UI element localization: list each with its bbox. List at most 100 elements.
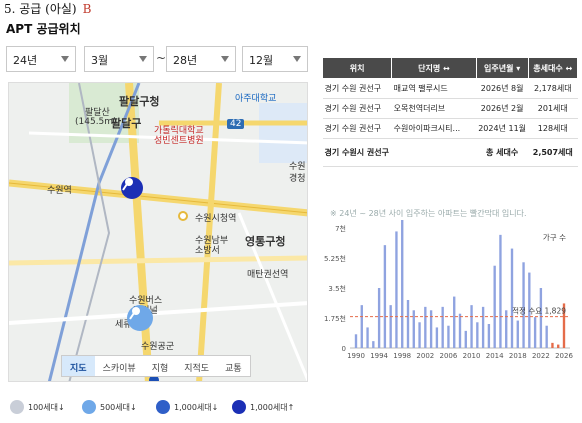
section-header: 5. 공급 (아실) B <box>4 0 91 17</box>
x-tick-label: 2022 <box>532 352 550 360</box>
chart-bar <box>441 306 444 348</box>
tab-map[interactable]: 지도 <box>62 356 95 376</box>
chart-bar <box>412 310 415 348</box>
table-row[interactable]: 경기 수원 권선구 매교역 팰루시드 2026년 8월 2,178세대 <box>322 78 578 99</box>
from-month-value: 3월 <box>91 54 109 67</box>
chart-bar <box>429 310 433 348</box>
chart-bar <box>360 305 363 348</box>
chart-bar <box>476 322 479 348</box>
total-location: 경기 수원시 권선구 <box>322 138 392 167</box>
chart-bar <box>539 288 543 348</box>
chart-bar <box>424 306 427 348</box>
map-label-suwon-station: 수원역 <box>47 186 72 196</box>
chart-bar <box>533 317 537 348</box>
x-tick-label: 1994 <box>370 352 388 360</box>
tab-terrain[interactable]: 지형 <box>144 356 177 376</box>
apt-marker-medium[interactable] <box>127 305 153 331</box>
map-pin-icon <box>129 307 140 320</box>
map-label-ajou: 아주대학교 <box>235 94 277 104</box>
legend-100-label: 100세대↓ <box>28 402 65 412</box>
map-label-paldalgu: 팔달구 <box>111 117 142 130</box>
cell-move-in: 2026년 8월 <box>476 78 529 99</box>
x-tick-label: 1990 <box>347 352 365 360</box>
legend-500-label: 500세대↓ <box>100 402 137 412</box>
table-row[interactable]: 경기 수원 권선구 수원아이파크시티... 2024년 11월 128세대 <box>322 118 578 139</box>
chart-bar <box>481 306 485 348</box>
chart-bar <box>401 220 404 348</box>
map-label-cityhall: 수원시청역 <box>195 214 237 224</box>
chart-bar <box>447 325 450 348</box>
to-month-value: 12월 <box>249 54 274 67</box>
chart-bar <box>470 305 473 348</box>
supply-map[interactable]: 팔달산 (145.5m) 팔달구청 팔달구 아주대학교 가톨릭대학교 성빈센트병… <box>8 82 308 382</box>
chart-bar <box>458 313 462 348</box>
section-title-text: 5. 공급 (아실) <box>4 2 77 16</box>
chart-bar <box>366 327 369 348</box>
x-tick-label: 2026 <box>555 352 573 360</box>
to-year-value: 28년 <box>173 54 198 67</box>
map-label-maetan: 매탄권선역 <box>247 270 289 280</box>
medium-pin-icon <box>82 400 96 414</box>
x-tick-label: 2014 <box>486 352 504 360</box>
map-label-yeongtong: 영통구청 <box>245 235 286 248</box>
cell-households: 128세대 <box>528 118 578 139</box>
map-type-tabs: 지도 스카이뷰 지형 지적도 교통 <box>61 355 251 377</box>
cell-households: 2,178세대 <box>528 78 578 99</box>
chevron-down-icon <box>139 56 147 62</box>
y-tick-label: 3.5천 <box>328 284 346 293</box>
table-total-row: 경기 수원시 권선구 총 세대수 2,507세대 <box>322 138 578 167</box>
demand-line-label: 적정 수요 1,829 <box>512 306 566 316</box>
y-tick-label: 1.75천 <box>324 314 346 323</box>
to-month-select[interactable]: 12월 <box>242 46 308 72</box>
legend-1000-over-label: 1,000세대↑ <box>250 402 295 412</box>
cell-location: 경기 수원 권선구 <box>322 118 392 139</box>
tab-traffic[interactable]: 교통 <box>217 356 250 376</box>
total-spacer <box>391 138 477 167</box>
small-pin-icon <box>10 400 24 414</box>
chart-bar <box>551 342 554 348</box>
chart-bar <box>406 300 410 348</box>
supply-bar-chart: 0 1.75천 3.5천 5.25천 7천 1990 1994 1998 2002 2006 201… <box>324 220 573 360</box>
col-complex[interactable]: 단지명 ↔ <box>391 57 477 79</box>
chart-bar <box>383 245 387 348</box>
map-label-fire-station-2: 소방서 <box>195 246 220 256</box>
chart-bar <box>389 305 392 348</box>
chart-bar <box>493 265 496 348</box>
legend-1000-under-label: 1,000세대↓ <box>174 402 219 412</box>
map-label-hospital-2: 성빈센트병원 <box>154 136 204 146</box>
x-tick-label: 2002 <box>416 352 434 360</box>
from-year-value: 24년 <box>13 54 38 67</box>
y-tick-label: 0 <box>342 345 346 353</box>
chart-bar <box>453 296 456 348</box>
x-tick-label: 2018 <box>509 352 527 360</box>
col-households[interactable]: 총세대수 ↔ <box>527 57 579 79</box>
from-year-select[interactable]: 24년 <box>6 46 76 72</box>
chart-bar <box>377 288 381 348</box>
legend-1000-over: 1,000세대↑ <box>232 400 294 414</box>
cell-complex: 오목천역더리브 <box>391 98 477 119</box>
cell-complex: 매교역 팰루시드 <box>391 78 477 99</box>
map-pin-icon <box>122 178 133 191</box>
chart-bar <box>354 334 358 348</box>
tab-skyview[interactable]: 스카이뷰 <box>95 356 144 376</box>
tab-cadastral[interactable]: 지적도 <box>176 356 217 376</box>
chart-bar <box>395 231 398 348</box>
y-tick-label: 7천 <box>335 224 346 233</box>
to-year-select[interactable]: 28년 <box>166 46 236 72</box>
from-month-select[interactable]: 3월 <box>84 46 154 72</box>
chart-legend-label: 가구 수 <box>543 233 566 242</box>
xlarge-pin-icon <box>232 400 246 414</box>
x-tick-label: 2010 <box>463 352 481 360</box>
apt-marker-large[interactable] <box>121 177 143 199</box>
supply-table: 위치 단지명 ↔ 입주년월 ▾ 총세대수 ↔ 경기 수원 권선구 매교역 팰루시… <box>321 57 579 167</box>
chevron-down-icon <box>61 56 69 62</box>
y-tick-label: 5.25천 <box>324 254 346 263</box>
chart-bar <box>487 324 491 348</box>
legend-500: 500세대↓ <box>82 400 137 414</box>
chart-bar <box>464 330 467 348</box>
chart-bar <box>435 327 439 348</box>
col-move-in[interactable]: 입주년월 ▾ <box>475 57 529 79</box>
legend-100: 100세대↓ <box>10 400 65 414</box>
table-row[interactable]: 경기 수원 권선구 오목천역더리브 2026년 2월 201세대 <box>322 98 578 119</box>
chart-bar <box>557 344 560 348</box>
